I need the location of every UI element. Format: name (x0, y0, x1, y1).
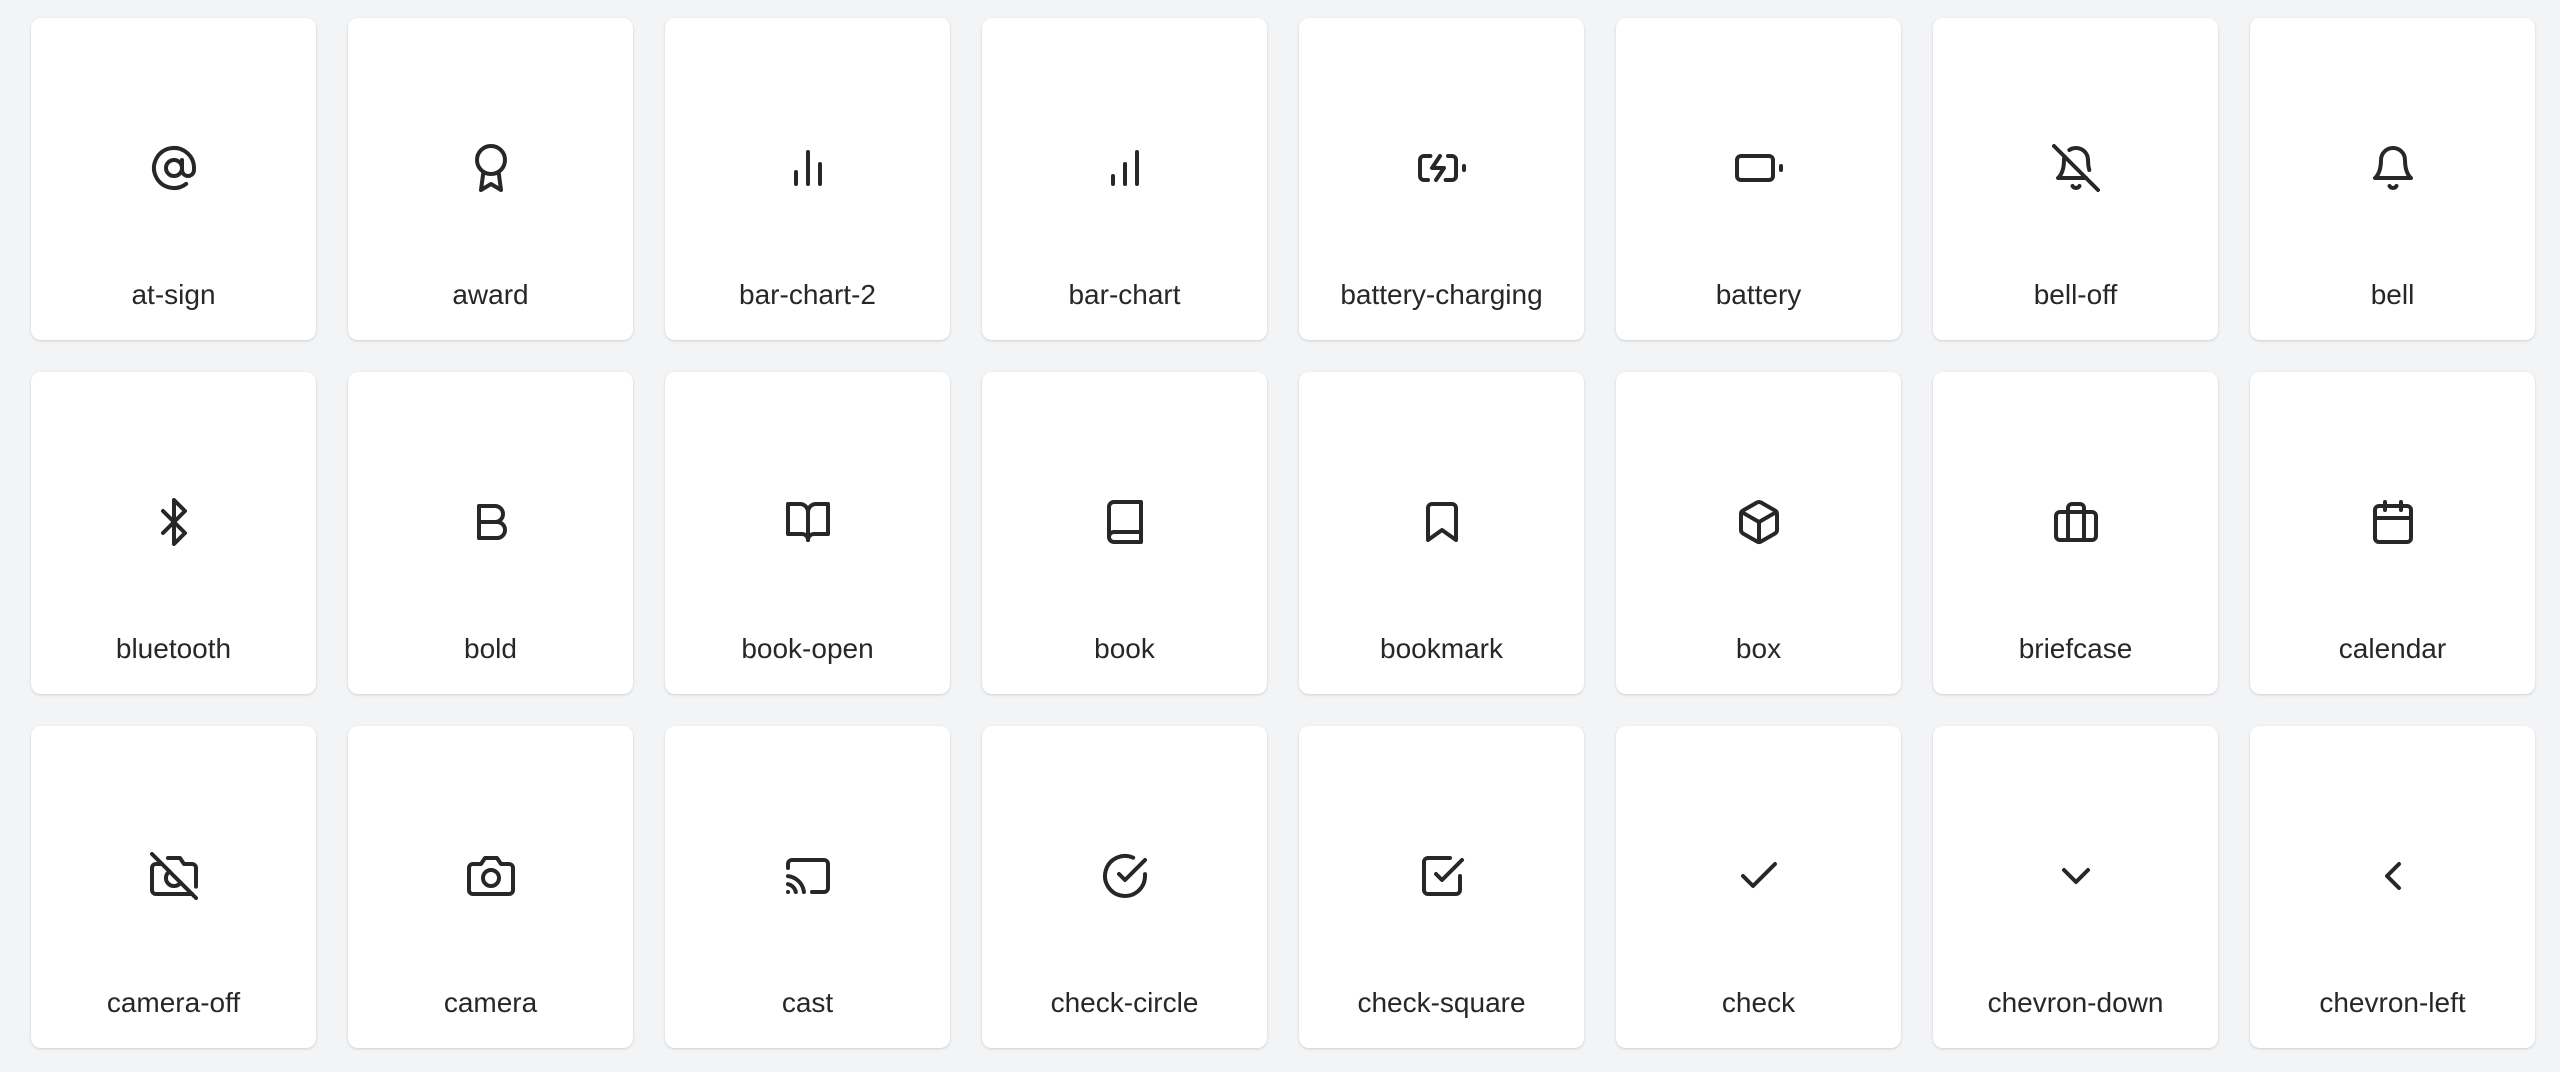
bell-icon (2369, 144, 2417, 192)
award-icon (467, 144, 515, 192)
icon-label: check (1721, 987, 1796, 1018)
icon-card-battery-charging[interactable]: battery-charging (1299, 18, 1584, 340)
icon-label: chevron-down (1987, 987, 2164, 1018)
icon-card-bar-chart[interactable]: bar-chart (982, 18, 1267, 340)
icon-label: chevron-left (2319, 987, 2466, 1018)
icon-card-camera-off[interactable]: camera-off (31, 726, 316, 1048)
bookmark-icon (1418, 498, 1466, 546)
icon-label: at-sign (131, 279, 216, 310)
check-square-icon (1418, 852, 1466, 900)
book-icon (1101, 498, 1149, 546)
camera-icon (466, 852, 515, 900)
icon-card-battery[interactable]: battery (1616, 18, 1901, 340)
icon-label: bluetooth (115, 633, 232, 664)
icon-label: box (1735, 633, 1782, 664)
icon-card-briefcase[interactable]: briefcase (1933, 372, 2218, 694)
icon-label: cast (781, 987, 834, 1018)
chevron-down-icon (2052, 852, 2100, 900)
icon-card-box[interactable]: box (1616, 372, 1901, 694)
icon-card-award[interactable]: award (348, 18, 633, 340)
icon-label: bookmark (1380, 633, 1503, 664)
icon-card-book[interactable]: book (982, 372, 1267, 694)
bar-chart-2-icon (784, 144, 832, 192)
box-icon (1735, 498, 1783, 546)
battery-charging-icon (1417, 144, 1466, 192)
icon-label: bold (464, 633, 517, 664)
bell-off-icon (2051, 144, 2100, 192)
bar-chart-icon (1101, 144, 1149, 192)
icon-card-bar-chart-2[interactable]: bar-chart-2 (665, 18, 950, 340)
battery-icon (1734, 144, 1783, 192)
icon-card-book-open[interactable]: book-open (665, 372, 950, 694)
icon-card-bell-off[interactable]: bell-off (1933, 18, 2218, 340)
icon-card-check-circle[interactable]: check-circle (982, 726, 1267, 1048)
bold-icon (467, 498, 515, 546)
icon-card-at-sign[interactable]: at-sign (31, 18, 316, 340)
icon-card-bluetooth[interactable]: bluetooth (31, 372, 316, 694)
bluetooth-icon (150, 498, 198, 546)
icon-label: bar-chart-2 (739, 279, 876, 310)
icon-card-check[interactable]: check (1616, 726, 1901, 1048)
icon-label: book (1094, 633, 1155, 664)
calendar-icon (2369, 498, 2417, 546)
icon-label: bell-off (2033, 279, 2118, 310)
icon-card-chevron-left[interactable]: chevron-left (2250, 726, 2535, 1048)
icon-grid: at-sign award bar-chart-2 bar-chart batt… (31, 18, 2535, 1048)
icon-card-cast[interactable]: cast (665, 726, 950, 1048)
icon-label: check-circle (1050, 987, 1199, 1018)
icon-card-check-square[interactable]: check-square (1299, 726, 1584, 1048)
camera-off-icon (149, 852, 198, 900)
icon-label: award (452, 279, 529, 310)
icon-card-bold[interactable]: bold (348, 372, 633, 694)
at-sign-icon (150, 144, 198, 192)
icon-label: battery (1715, 279, 1802, 310)
icon-label: camera (443, 987, 538, 1018)
book-open-icon (784, 498, 832, 546)
icon-label: battery-charging (1340, 279, 1543, 310)
briefcase-icon (2052, 498, 2100, 546)
icon-card-bookmark[interactable]: bookmark (1299, 372, 1584, 694)
icon-card-bell[interactable]: bell (2250, 18, 2535, 340)
check-icon (1735, 852, 1783, 900)
icon-label: calendar (2338, 633, 2447, 664)
icon-label: book-open (741, 633, 874, 664)
icon-label: bell (2370, 279, 2415, 310)
icon-label: briefcase (2018, 633, 2133, 664)
icon-label: bar-chart (1068, 279, 1181, 310)
chevron-left-icon (2369, 852, 2417, 900)
cast-icon (784, 852, 832, 900)
icon-card-calendar[interactable]: calendar (2250, 372, 2535, 694)
icon-label: check-square (1357, 987, 1526, 1018)
icon-card-chevron-down[interactable]: chevron-down (1933, 726, 2218, 1048)
check-circle-icon (1101, 852, 1149, 900)
icon-label: camera-off (106, 987, 241, 1018)
icon-card-camera[interactable]: camera (348, 726, 633, 1048)
